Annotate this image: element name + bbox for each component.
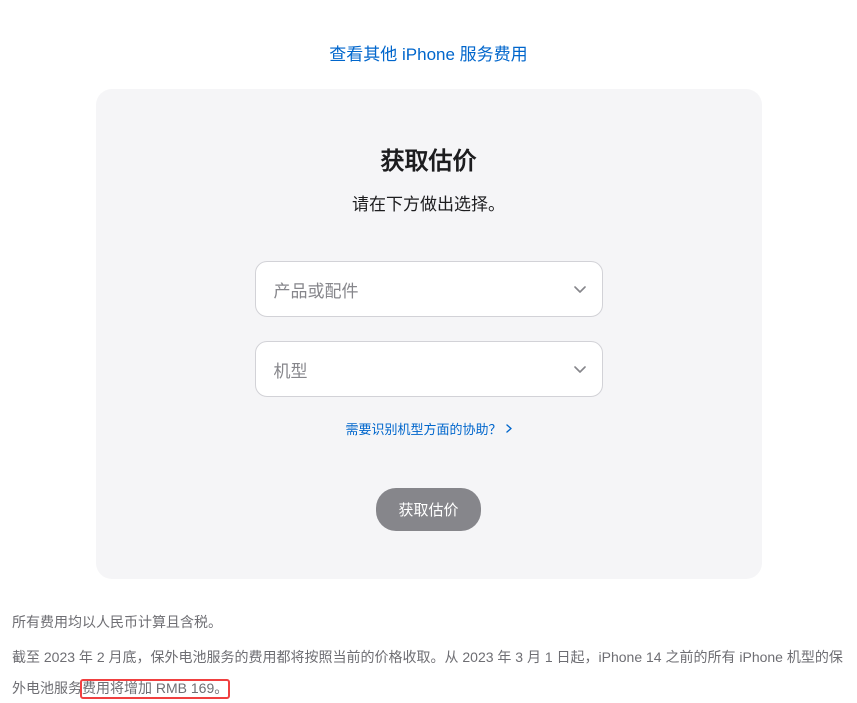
footer-notes: 所有费用均以人民币计算且含税。 截至 2023 年 2 月底，保外电池服务的费用…: [0, 579, 857, 703]
model-select[interactable]: 机型: [255, 341, 603, 397]
footer-line-2: 截至 2023 年 2 月底，保外电池服务的费用都将按照当前的价格收取。从 20…: [12, 642, 845, 703]
estimate-card: 获取估价 请在下方做出选择。 产品或配件 机型 需要识别机型方面的协助？ 获取估…: [96, 89, 762, 579]
get-estimate-button[interactable]: 获取估价: [376, 488, 480, 531]
model-select-placeholder: 机型: [274, 357, 308, 382]
chevron-right-icon: [506, 424, 512, 433]
price-increase-annotation: 费用将增加 RMB 169。: [82, 680, 228, 696]
other-services-link[interactable]: 查看其他 iPhone 服务费用: [329, 45, 527, 64]
card-title: 获取估价: [136, 141, 722, 176]
footer-line-1: 所有费用均以人民币计算且含税。: [12, 607, 845, 638]
help-link-text: 需要识别机型方面的协助？: [345, 419, 501, 438]
product-select[interactable]: 产品或配件: [255, 261, 603, 317]
model-select-wrap: 机型: [255, 341, 603, 397]
product-select-placeholder: 产品或配件: [274, 277, 359, 302]
identify-model-help-link[interactable]: 需要识别机型方面的协助？: [345, 419, 511, 438]
footer-line-2-highlight: 费用将增加 RMB 169。: [82, 680, 228, 696]
product-select-wrap: 产品或配件: [255, 261, 603, 317]
card-subtitle: 请在下方做出选择。: [136, 190, 722, 215]
other-services-link-container: 查看其他 iPhone 服务费用: [0, 0, 857, 89]
